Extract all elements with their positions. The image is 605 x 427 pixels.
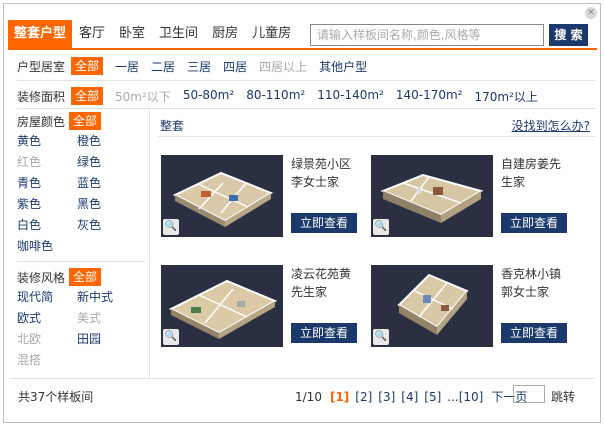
page-ellipsis: ...	[447, 389, 459, 404]
color-option[interactable]: 蓝色	[77, 174, 137, 192]
style-option[interactable]: 田园	[77, 330, 137, 348]
style-section-title: 装修风格 全部	[17, 268, 149, 286]
sample-card: 🔍 香克林小镇郭女士家 立即查看	[371, 265, 571, 347]
page-link[interactable]: [4]	[401, 390, 418, 404]
view-now-button[interactable]: 立即查看	[501, 323, 567, 343]
main-section-title: 整套	[160, 119, 185, 133]
sample-name: 香克林小镇郭女士家	[501, 267, 562, 299]
sample-name: 凌云花苑黄先生家	[291, 267, 352, 299]
tab-underline	[8, 48, 597, 50]
color-options: 黄色 橙色 红色 绿色 青色 蓝色 紫色 黑色 白色 灰色 咖啡色	[17, 132, 149, 255]
view-now-button[interactable]: 立即查看	[291, 213, 357, 233]
area-filter: 装修面积 全部 50m²以下 50-80m² 80-110m² 110-140m² 14…	[17, 86, 550, 106]
jump-page-input[interactable]	[513, 385, 545, 403]
tab-kitchen[interactable]: 厨房	[205, 20, 245, 48]
style-options: 现代简 新中式 欧式 美式 北欧 田园 混搭	[17, 288, 149, 369]
zoom-icon[interactable]: 🔍	[373, 329, 389, 345]
divider	[17, 261, 145, 262]
close-icon[interactable]: ✕	[585, 7, 597, 19]
tab-bedroom[interactable]: 卧室	[112, 20, 152, 48]
style-all-option[interactable]: 全部	[69, 268, 102, 286]
floorplan-thumbnail[interactable]: 🔍	[161, 155, 283, 237]
tab-living-room[interactable]: 客厅	[72, 20, 112, 48]
style-option[interactable]: 混搭	[17, 351, 77, 369]
not-found-link[interactable]: 没找到怎么办?	[512, 117, 590, 134]
style-option[interactable]: 新中式	[77, 288, 137, 306]
room-type-tabs: 整套户型 客厅 卧室 卫生间 厨房 儿童房	[8, 20, 298, 48]
color-section-title: 房屋颜色 全部	[17, 112, 149, 130]
sample-card: 🔍 绿景苑小区李女士家 立即查看	[161, 155, 361, 237]
color-option[interactable]: 咖啡色	[17, 237, 77, 255]
panel-divider	[149, 110, 150, 378]
sample-name: 自建房姜先生家	[501, 157, 562, 189]
sample-card: 🔍 自建房姜先生家 立即查看	[371, 155, 571, 237]
area-filter-label: 装修面积	[17, 89, 66, 104]
page-link[interactable]: [5]	[424, 390, 441, 404]
divider	[17, 108, 595, 109]
layout-option[interactable]: 一居	[115, 58, 139, 75]
search-input[interactable]: 请输入样板间名称,颜色,风格等	[310, 24, 544, 46]
view-now-button[interactable]: 立即查看	[291, 323, 357, 343]
area-option[interactable]: 140-170m²	[396, 88, 463, 105]
layout-option[interactable]: 四居以上	[259, 58, 307, 75]
layout-option[interactable]: 四居	[223, 58, 247, 75]
color-option[interactable]: 灰色	[77, 216, 137, 234]
color-option[interactable]: 紫色	[17, 195, 77, 213]
left-filter-panel: 房屋颜色 全部 黄色 橙色 红色 绿色 青色 蓝色 紫色 黑色 白色 灰色 咖啡色 装修风格 全部 …	[17, 112, 149, 369]
area-all-option[interactable]: 全部	[71, 87, 104, 105]
color-option[interactable]: 红色	[17, 153, 77, 171]
area-option[interactable]: 50-80m²	[183, 88, 234, 105]
page-link[interactable]: [3]	[378, 390, 395, 404]
zoom-icon[interactable]: 🔍	[163, 219, 179, 235]
area-option[interactable]: 50m²以下	[115, 88, 171, 105]
pagination: 1/10 [1] [2] [3] [4] [5] ... [10] 下一页	[295, 388, 533, 405]
divider	[10, 378, 595, 379]
style-label: 装修风格	[17, 270, 66, 285]
layout-filter-label: 户型居室	[17, 59, 66, 74]
color-option[interactable]: 黄色	[17, 132, 77, 150]
page-link-current[interactable]: [1]	[330, 390, 349, 404]
zoom-icon[interactable]: 🔍	[163, 329, 179, 345]
color-option[interactable]: 橙色	[77, 132, 137, 150]
floorplan-thumbnail[interactable]: 🔍	[371, 155, 493, 237]
jump-button[interactable]: 跳转	[551, 388, 575, 405]
page-link[interactable]: [2]	[355, 390, 372, 404]
layout-option[interactable]: 二居	[151, 58, 175, 75]
total-count: 共37个样板间	[18, 390, 94, 404]
style-option[interactable]: 欧式	[17, 309, 77, 327]
page-link[interactable]: [10]	[459, 390, 484, 404]
layout-option[interactable]: 三居	[187, 58, 211, 75]
layout-all-option[interactable]: 全部	[71, 57, 104, 75]
color-option[interactable]: 绿色	[77, 153, 137, 171]
sample-card: 🔍 凌云花苑黄先生家 立即查看	[161, 265, 361, 347]
color-option[interactable]: 黑色	[77, 195, 137, 213]
color-option[interactable]: 白色	[17, 216, 77, 234]
divider	[158, 136, 595, 137]
floorplan-thumbnail[interactable]: 🔍	[371, 265, 493, 347]
floorplan-thumbnail[interactable]: 🔍	[161, 265, 283, 347]
style-option[interactable]: 北欧	[17, 330, 77, 348]
search-button[interactable]: 搜 索	[549, 24, 588, 46]
tab-kids-room[interactable]: 儿童房	[245, 20, 298, 48]
tab-bathroom[interactable]: 卫生间	[152, 20, 205, 48]
area-option[interactable]: 110-140m²	[317, 88, 384, 105]
sample-name: 绿景苑小区李女士家	[291, 157, 352, 189]
layout-option[interactable]: 其他户型	[319, 58, 367, 75]
color-all-option[interactable]: 全部	[69, 112, 102, 130]
view-now-button[interactable]: 立即查看	[501, 213, 567, 233]
divider	[17, 80, 595, 81]
page-info: 1/10	[295, 389, 322, 404]
color-label: 房屋颜色	[17, 114, 66, 129]
layout-filter: 户型居室 全部 一居 二居 三居 四居 四居以上 其他户型	[17, 56, 379, 76]
tab-whole-house[interactable]: 整套户型	[8, 20, 73, 48]
area-option[interactable]: 170m²以上	[474, 88, 537, 105]
style-option[interactable]: 现代简	[17, 288, 77, 306]
color-option[interactable]: 青色	[17, 174, 77, 192]
style-option[interactable]: 美式	[77, 309, 137, 327]
area-option[interactable]: 80-110m²	[246, 88, 305, 105]
zoom-icon[interactable]: 🔍	[373, 219, 389, 235]
